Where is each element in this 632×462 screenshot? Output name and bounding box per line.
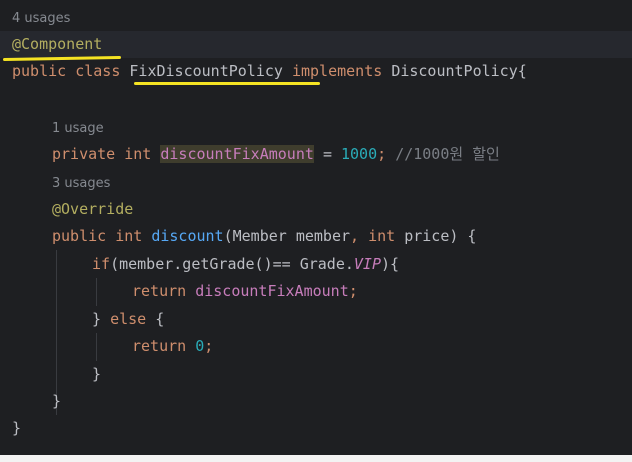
- code-line: }: [0, 388, 632, 415]
- semicolon: ;: [204, 337, 214, 355]
- enum-constant[interactable]: VIP: [354, 255, 381, 273]
- brace-close: }: [92, 365, 102, 383]
- code-line: 1 usage: [0, 114, 632, 141]
- params-close: price) {: [404, 227, 477, 245]
- code-line-current: @Component: [0, 31, 632, 58]
- code-line: return 0;: [0, 333, 632, 360]
- code-line: if(member.getGrade()== Grade.VIP){: [0, 251, 632, 278]
- keyword-return: return: [132, 337, 187, 355]
- code-line: }: [0, 415, 632, 442]
- usages-hint[interactable]: 1 usage: [52, 121, 104, 136]
- override-annotation: @Override: [52, 200, 134, 218]
- code-line: 4 usages: [0, 4, 632, 31]
- highlight-underline: [134, 82, 320, 85]
- keyword-private: private: [52, 145, 116, 163]
- keyword-return: return: [132, 282, 187, 300]
- operator-equals: =: [322, 145, 332, 163]
- brace-close: }: [52, 392, 62, 410]
- line-comment: //1000원 할인: [395, 145, 500, 163]
- if-condition: (member.getGrade()== Grade.: [110, 255, 354, 273]
- usages-hint[interactable]: 4 usages: [12, 11, 70, 26]
- semicolon: ;: [348, 282, 358, 300]
- keyword-implements: implements: [291, 62, 383, 80]
- keyword-if: if: [92, 255, 111, 273]
- field-reference[interactable]: discountFixAmount: [195, 282, 349, 300]
- method-name[interactable]: discount: [151, 227, 223, 245]
- code-line: public int discount(Member member, int p…: [0, 223, 632, 250]
- semicolon: ;: [377, 145, 387, 163]
- number-literal: 0: [195, 337, 205, 355]
- number-literal: 1000: [341, 145, 378, 163]
- class-name[interactable]: FixDiscountPolicy: [129, 62, 283, 80]
- if-condition-end: ){: [381, 255, 400, 273]
- code-line: return discountFixAmount;: [0, 278, 632, 305]
- code-line: 3 usages: [0, 169, 632, 196]
- keyword-int: int: [124, 145, 152, 163]
- params-open: (Member member: [223, 227, 351, 245]
- brace-close: }: [12, 419, 22, 437]
- code-line: } else {: [0, 306, 632, 333]
- comma: ,: [350, 227, 360, 245]
- keyword-public: public: [52, 227, 107, 245]
- keyword-int: int: [368, 227, 396, 245]
- code-line: private int discountFixAmount = 1000; //…: [0, 141, 632, 168]
- code-editor[interactable]: 4 usages @Component public class FixDisc…: [0, 0, 632, 462]
- bottom-strip: [0, 455, 632, 462]
- keyword-public: public: [12, 62, 67, 80]
- code-line: public class FixDiscountPolicy implement…: [0, 58, 632, 85]
- brace-close: }: [92, 310, 102, 328]
- field-declaration[interactable]: discountFixAmount: [160, 145, 314, 163]
- keyword-else: else: [110, 310, 147, 328]
- code-line: @Override: [0, 196, 632, 223]
- interface-name[interactable]: DiscountPolicy{: [391, 62, 526, 80]
- keyword-int: int: [115, 227, 143, 245]
- keyword-class: class: [75, 62, 121, 80]
- usages-hint[interactable]: 3 usages: [52, 176, 110, 191]
- brace-open: {: [155, 310, 165, 328]
- component-annotation: @Component: [12, 35, 103, 53]
- code-line: }: [0, 361, 632, 388]
